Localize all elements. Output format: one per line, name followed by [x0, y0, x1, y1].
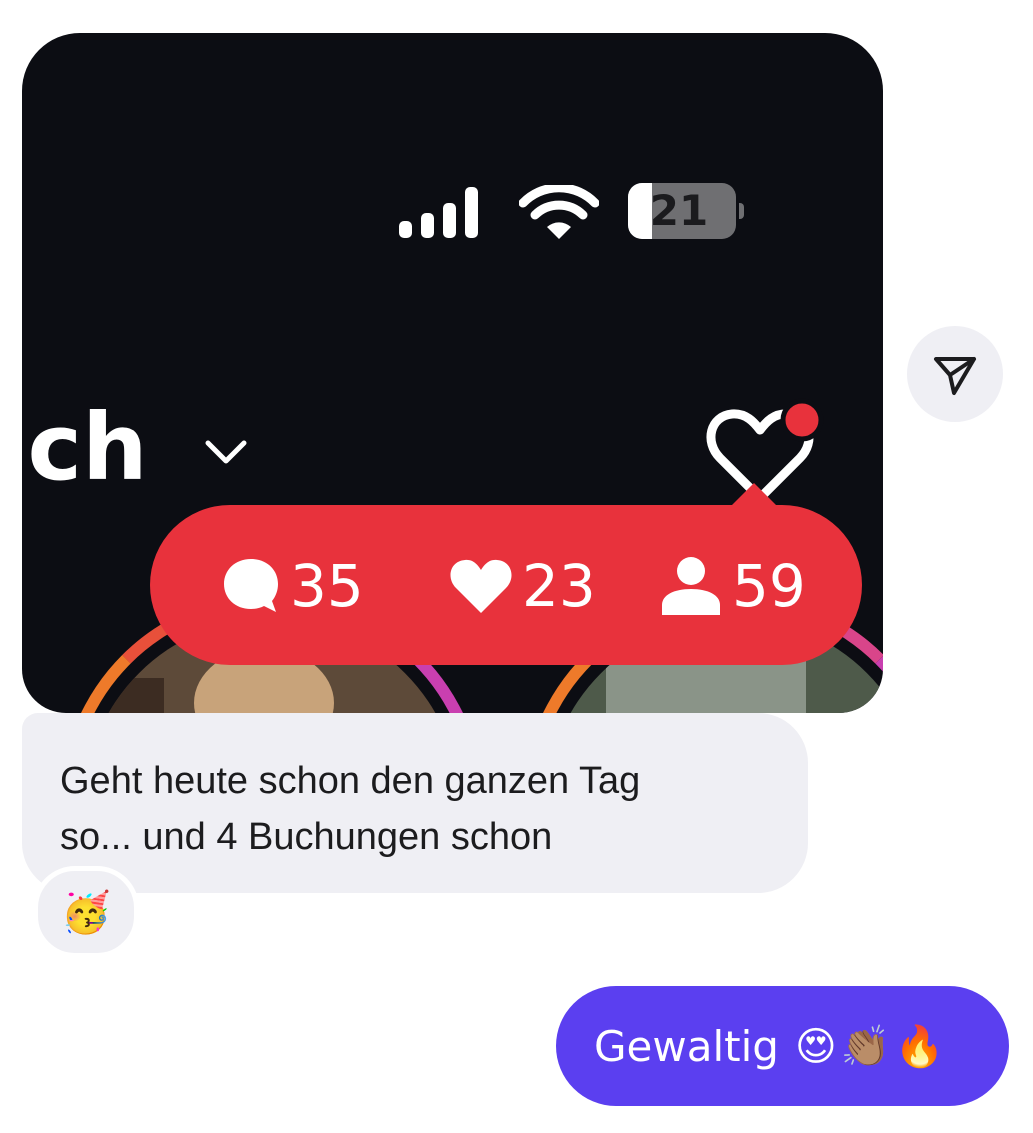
chevron-down-icon — [205, 440, 247, 464]
battery-indicator: 21 — [628, 183, 736, 239]
person-icon — [662, 557, 720, 615]
shared-screenshot-message[interactable]: 21 ich 35 23 — [22, 33, 883, 713]
sent-message-text: Gewaltig — [594, 1021, 779, 1071]
followers-count: 59 — [732, 552, 806, 620]
followers-count-item: 59 — [658, 551, 806, 621]
sent-message-bubble[interactable]: Gewaltig 😍👏🏽🔥 — [556, 986, 1009, 1106]
party-face-emoji: 🥳 — [61, 889, 111, 936]
activity-notification-popup: 35 23 59 — [150, 483, 862, 665]
comments-count: 35 — [290, 552, 364, 620]
send-icon — [934, 357, 976, 395]
received-message-bubble[interactable]: Geht heute schon den ganzen Tag so... un… — [22, 713, 808, 893]
cellular-signal-icon — [399, 187, 478, 238]
message-reaction[interactable]: 🥳 — [33, 866, 139, 958]
profile-username: ich — [22, 394, 148, 501]
heart-icon — [450, 559, 512, 613]
comments-count-item: 35 — [220, 551, 364, 621]
likes-count-item: 23 — [448, 551, 596, 621]
comment-bubble-icon — [224, 559, 278, 612]
sent-message-emojis: 😍👏🏽🔥 — [794, 1023, 949, 1070]
message-line-2: so... und 4 Buchungen schon — [60, 816, 553, 858]
battery-tip — [739, 203, 744, 219]
message-line-1: Geht heute schon den ganzen Tag — [60, 760, 641, 802]
battery-level: 21 — [649, 186, 709, 235]
share-message-button[interactable] — [907, 326, 1003, 422]
likes-count: 23 — [522, 552, 596, 620]
wifi-icon — [519, 185, 599, 239]
